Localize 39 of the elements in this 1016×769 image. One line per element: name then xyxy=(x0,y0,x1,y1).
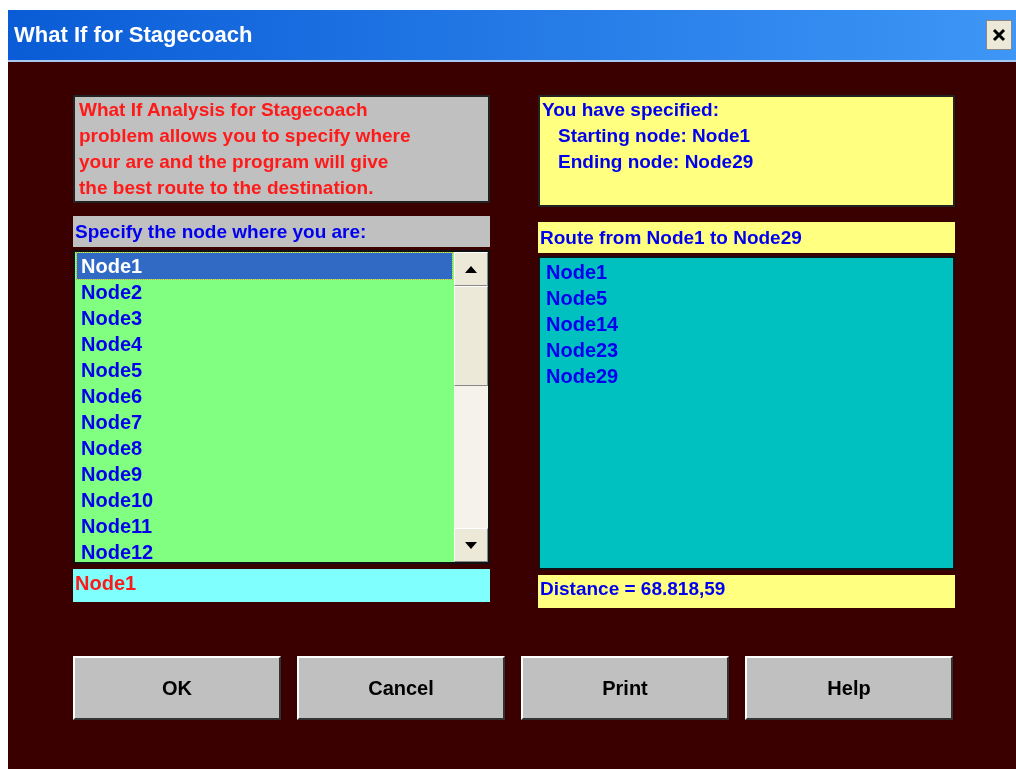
node-list-item[interactable]: Node2 xyxy=(77,279,452,305)
down-arrow-icon xyxy=(465,541,477,549)
node-list-item[interactable]: Node8 xyxy=(77,435,452,461)
node-list-item[interactable]: Node10 xyxy=(77,487,452,513)
up-arrow-icon xyxy=(465,265,477,273)
close-icon xyxy=(992,28,1006,42)
node-list-item[interactable]: Node5 xyxy=(77,357,452,383)
node-list-item[interactable]: Node9 xyxy=(77,461,452,487)
node-list[interactable]: Node1 Node2 Node3 Node4 Node5 Node6 Node7 Node8 Node9 Node10 Node11 Node12 xyxy=(73,250,490,564)
dialog-button[interactable]: OK xyxy=(73,656,281,720)
specified-line: Starting node: Node1 xyxy=(557,124,752,148)
window-title: What If for Stagecoach xyxy=(14,22,253,48)
route-node-name: Node14 xyxy=(546,312,619,337)
close-button[interactable] xyxy=(986,20,1012,50)
node-list-item[interactable]: Node1 xyxy=(77,253,452,279)
specified-line: Ending node: Node29 xyxy=(557,150,755,174)
dialog-button[interactable]: Cancel xyxy=(297,656,505,720)
distance-text: Distance = 68.818,59 xyxy=(538,575,955,608)
route-label: Route from Node1 to Node29 xyxy=(538,222,955,253)
node-list-item[interactable]: Node3 xyxy=(77,305,452,331)
node-list-item[interactable]: Node6 xyxy=(77,383,452,409)
current-node-field: Node1 xyxy=(73,569,490,602)
route-node-name: Node5 xyxy=(546,286,608,311)
node-list-label: Specify the node where you are: xyxy=(73,216,490,247)
node-list-item[interactable]: Node7 xyxy=(77,409,452,435)
route-node-name: Node29 xyxy=(546,364,619,389)
route-node-name: Node1 xyxy=(546,260,608,285)
scroll-down-button[interactable] xyxy=(454,528,488,562)
scroll-up-button[interactable] xyxy=(454,252,488,286)
node-list-item[interactable]: Node4 xyxy=(77,331,452,357)
dialog-button[interactable]: Help xyxy=(745,656,953,720)
specified-heading: You have specified: xyxy=(542,98,721,122)
description-text: What If Analysis for Stagecoach problem allows you to specify where your are and the program will give the best route to the destination. xyxy=(73,95,490,203)
dialog-button[interactable]: Print xyxy=(521,656,729,720)
node-list-item[interactable]: Node12 xyxy=(77,539,452,565)
scroll-thumb[interactable] xyxy=(454,286,488,386)
scrollbar[interactable] xyxy=(454,252,488,562)
node-list-item[interactable]: Node11 xyxy=(77,513,452,539)
route-node-name: Node23 xyxy=(546,338,619,363)
